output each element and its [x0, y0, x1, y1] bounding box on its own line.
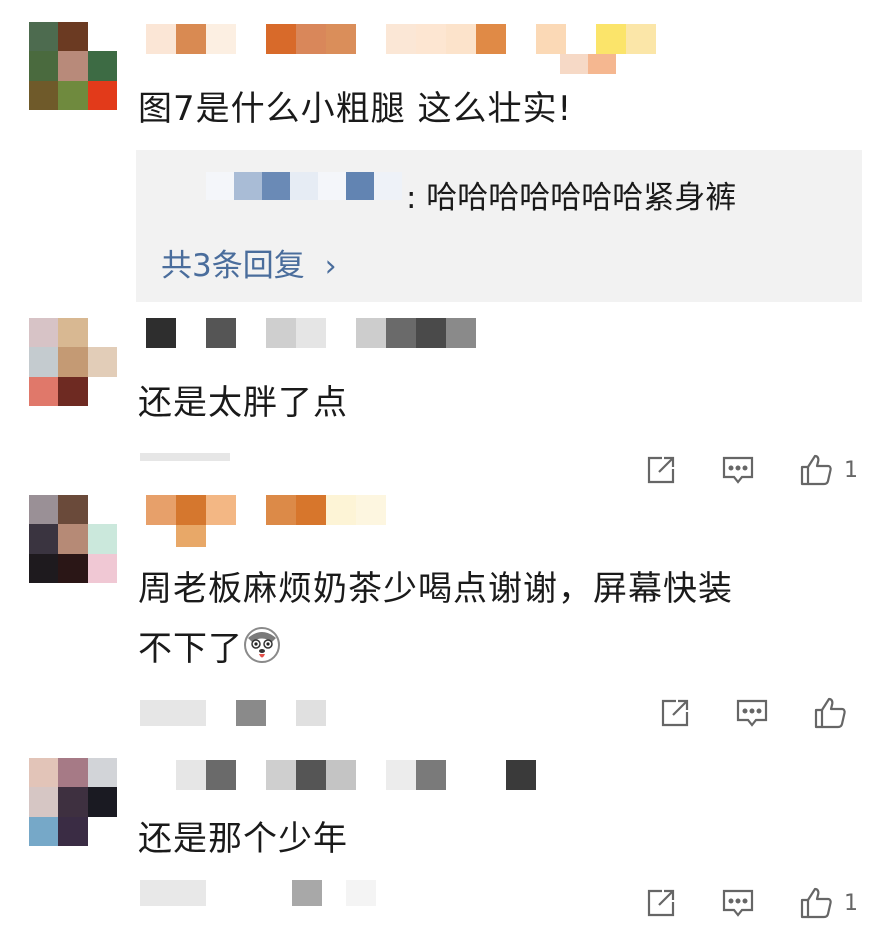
comment-text: 图7是什么小粗腿 这么壮实! — [138, 89, 573, 129]
comment-text-line-2: 不下了 — [138, 619, 733, 679]
view-replies-link[interactable]: 共3条回复 › — [161, 240, 337, 285]
comment-text-line-1: 周老板麻烦奶茶少喝点谢谢，屏幕快装 — [138, 569, 733, 609]
comment-item-1: 图7是什么小粗腿 这么壮实! : 哈哈哈哈哈哈哈紧身裤 共3条回复 › — [0, 0, 884, 310]
view-replies-label: 共3条回复 — [161, 248, 305, 284]
comment-text: 还是太胖了点 — [138, 383, 348, 423]
share-button[interactable] — [644, 453, 678, 487]
comment-item-4: 还是那个少年 1 — [0, 740, 884, 937]
timestamp-blurred — [140, 880, 376, 906]
like-count: 1 — [844, 890, 858, 916]
like-button[interactable]: 1 — [798, 452, 858, 488]
like-icon — [798, 452, 834, 488]
username-blurred[interactable] — [146, 318, 476, 348]
chevron-right-icon: › — [324, 249, 337, 284]
comment-icon — [734, 696, 770, 730]
username-blurred[interactable] — [146, 495, 386, 525]
like-icon — [798, 885, 834, 921]
comment-text-line-2-label: 不下了 — [138, 629, 243, 669]
comment-item-2: 还是太胖了点 1 — [0, 310, 884, 488]
comment-icon — [720, 886, 756, 920]
share-button[interactable] — [658, 696, 692, 730]
reply-author-blurred — [206, 172, 402, 200]
username-blurred-tail — [560, 54, 616, 74]
reply-preview-text: : 哈哈哈哈哈哈哈紧身裤 — [406, 180, 737, 216]
avatar[interactable] — [29, 318, 117, 406]
like-count: 1 — [844, 457, 858, 483]
share-icon — [644, 886, 678, 920]
avatar[interactable] — [29, 758, 117, 846]
like-button[interactable] — [812, 695, 858, 731]
username-blurred[interactable] — [146, 24, 656, 54]
like-button[interactable]: 1 — [798, 885, 858, 921]
comment-button[interactable] — [720, 886, 756, 920]
timestamp-blurred — [140, 453, 230, 461]
action-bar: 1 — [602, 452, 858, 488]
comment-item-3: 周老板麻烦奶茶少喝点谢谢，屏幕快装 不下了 — [0, 485, 884, 740]
share-icon — [658, 696, 692, 730]
avatar[interactable] — [29, 495, 117, 583]
username-blurred[interactable] — [146, 760, 536, 790]
husky-emoji-icon — [243, 623, 281, 663]
comment-icon — [720, 453, 756, 487]
username-blurred-tail — [176, 525, 206, 547]
reply-preview-box[interactable]: : 哈哈哈哈哈哈哈紧身裤 共3条回复 › — [136, 150, 862, 302]
comment-text: 周老板麻烦奶茶少喝点谢谢，屏幕快装 不下了 — [138, 559, 733, 679]
share-icon — [644, 453, 678, 487]
like-icon — [812, 695, 848, 731]
timestamp-blurred — [140, 700, 326, 726]
comment-text: 还是那个少年 — [138, 819, 348, 859]
share-button[interactable] — [644, 886, 678, 920]
avatar[interactable] — [29, 22, 117, 110]
comment-button[interactable] — [720, 453, 756, 487]
action-bar — [616, 695, 858, 731]
comment-button[interactable] — [734, 696, 770, 730]
action-bar: 1 — [602, 885, 858, 921]
